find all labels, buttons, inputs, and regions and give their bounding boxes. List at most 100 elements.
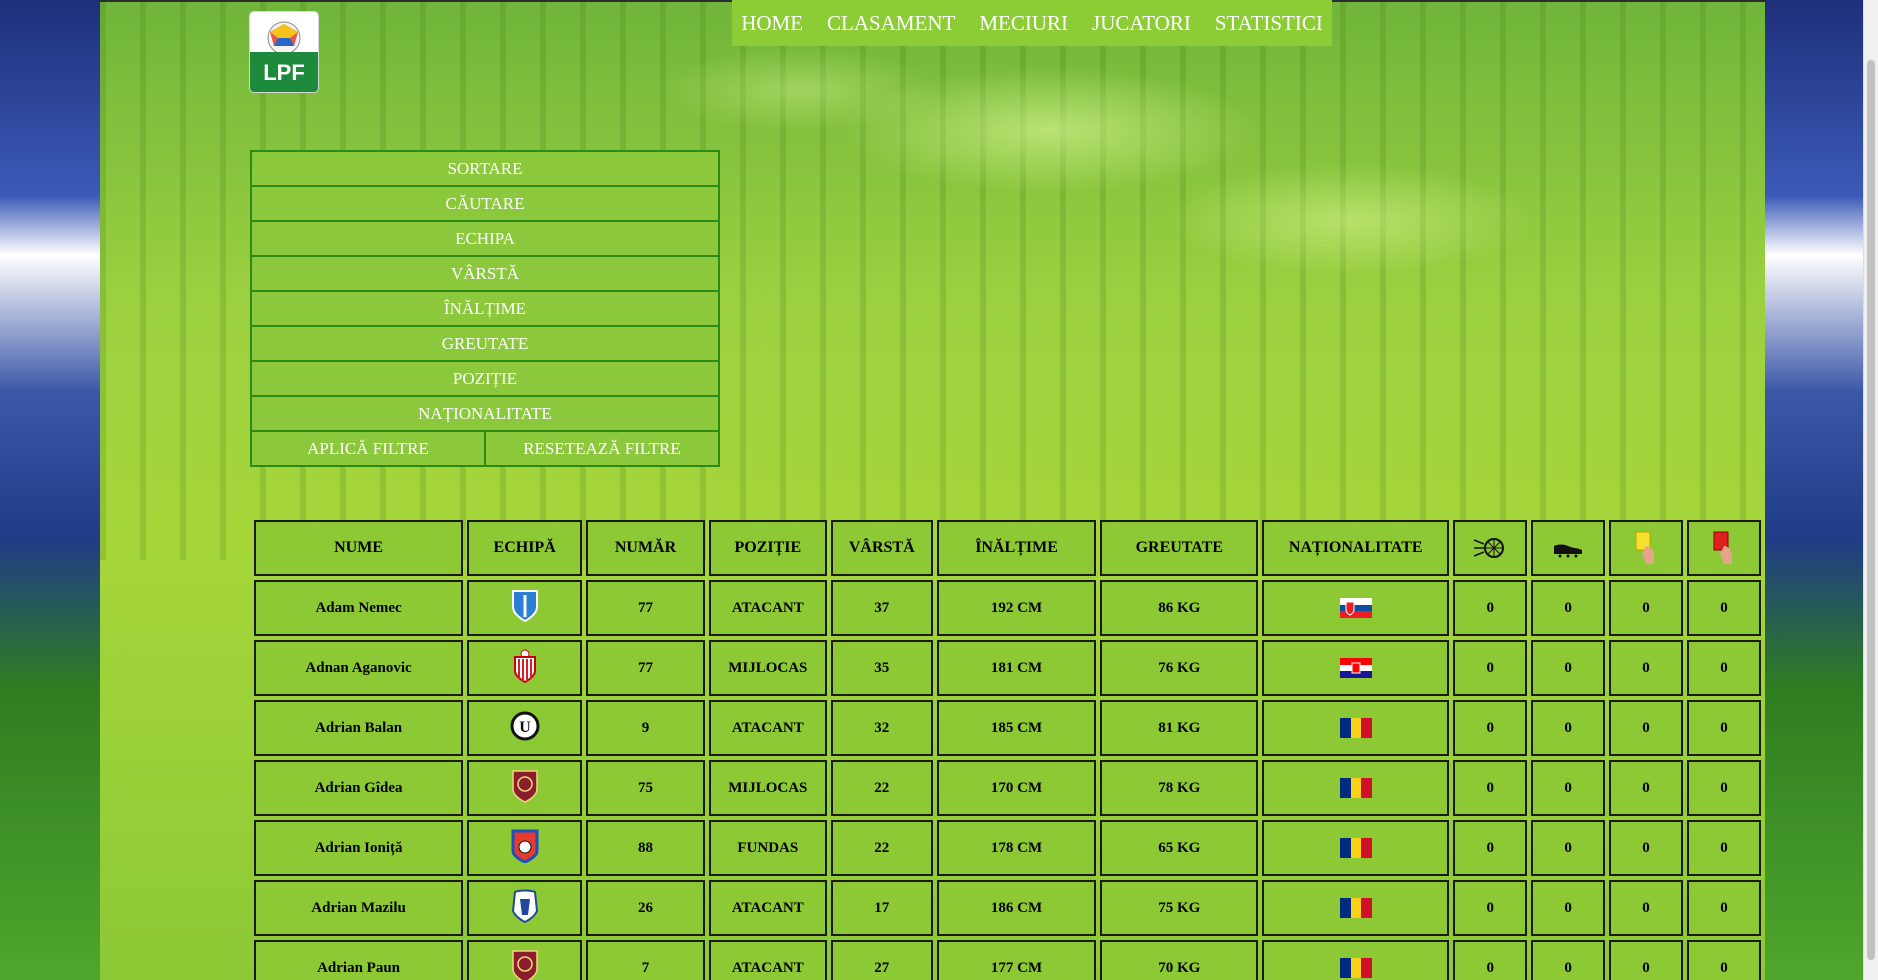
cell-number: 88 — [586, 820, 705, 876]
cell-red-cards: 0 — [1687, 760, 1761, 816]
filter-cautare[interactable]: CĂUTARE — [250, 185, 720, 222]
filter-greutate[interactable]: GREUTATE — [250, 325, 720, 362]
cell-position: ATACANT — [708, 880, 827, 936]
cell-assists: 0 — [1531, 640, 1606, 696]
col-red-cards[interactable] — [1687, 520, 1761, 576]
filter-panel: SORTARE CĂUTARE ECHIPA VÂRSTĂ ÎNĂLȚIME G… — [250, 150, 720, 467]
crest-farul-icon — [511, 889, 538, 923]
flag-romania-icon — [1339, 718, 1372, 738]
cell-position: MIJLOCAS — [708, 640, 827, 696]
cell-weight: 81 KG — [1100, 700, 1259, 756]
filter-sortare[interactable]: SORTARE — [250, 150, 720, 187]
flag-romania-icon — [1339, 958, 1372, 978]
cell-age: 22 — [830, 820, 933, 876]
cell-goals: 0 — [1453, 700, 1528, 756]
table-row[interactable]: Adam Nemec 77 ATACANT 37 192 CM 86 KG 0 0 0 0 — [254, 580, 1761, 636]
table-body: Adam Nemec 77 ATACANT 37 192 CM 86 KG 0 0 0 0 Adna… — [254, 580, 1761, 980]
cell-yellow-cards: 0 — [1609, 580, 1684, 636]
cell-weight: 76 KG — [1100, 640, 1259, 696]
crest-cfr-icon — [511, 949, 538, 980]
col-greutate[interactable]: GREUTATE — [1100, 520, 1259, 576]
cell-red-cards: 0 — [1687, 820, 1761, 876]
cell-number: 77 — [586, 640, 705, 696]
cell-weight: 70 KG — [1100, 940, 1259, 980]
nav-meciuri[interactable]: MECIURI — [967, 11, 1080, 36]
nav-clasament[interactable]: CLASAMENT — [815, 11, 967, 36]
cell-name: Adnan Aganovic — [254, 640, 464, 696]
col-assists[interactable] — [1531, 520, 1606, 576]
col-numar[interactable]: NUMĂR — [586, 520, 705, 576]
cell-nationality — [1262, 700, 1450, 756]
cell-goals: 0 — [1453, 640, 1528, 696]
crest-blue-icon — [511, 589, 538, 622]
cell-assists: 0 — [1531, 700, 1606, 756]
table-row[interactable]: Adrian Mazilu 26 ATACANT 17 186 CM 75 KG 0 0 0 0 — [254, 880, 1761, 936]
crest-red-white-icon — [513, 649, 536, 683]
svg-text:U: U — [519, 719, 531, 736]
cell-weight: 65 KG — [1100, 820, 1259, 876]
lpf-logo[interactable]: LPF — [250, 12, 318, 92]
crest-cfr-icon — [511, 769, 538, 803]
cell-height: 170 CM — [936, 760, 1097, 816]
filter-actions: APLICĂ FILTRE RESETEAZĂ FILTRE — [250, 430, 720, 467]
reset-filters-button[interactable]: RESETEAZĂ FILTRE — [484, 432, 718, 465]
cell-name: Adrian Ioniță — [254, 820, 464, 876]
cell-team — [467, 940, 583, 980]
nav-home[interactable]: HOME — [729, 11, 815, 36]
col-yellow-cards[interactable] — [1609, 520, 1684, 576]
cell-red-cards: 0 — [1687, 880, 1761, 936]
col-echipa[interactable]: ECHIPĂ — [467, 520, 583, 576]
filter-inaltime[interactable]: ÎNĂLȚIME — [250, 290, 720, 327]
flag-romania-icon — [1339, 838, 1372, 858]
col-goals[interactable] — [1453, 520, 1528, 576]
cell-age: 27 — [830, 940, 933, 980]
football-boot-icon — [1554, 544, 1583, 558]
cell-name: Adrian Paun — [254, 940, 464, 980]
flag-slovakia-icon — [1339, 598, 1372, 618]
cell-red-cards: 0 — [1687, 640, 1761, 696]
goal-icon — [1473, 538, 1505, 558]
page-scrollbar[interactable] — [1863, 0, 1878, 980]
table-row[interactable]: Adrian Gîdea 75 MIJLOCAS 22 170 CM 78 KG 0 0 0 0 — [254, 760, 1761, 816]
cell-position: ATACANT — [708, 940, 827, 980]
nav-statistici[interactable]: STATISTICI — [1203, 11, 1335, 36]
filter-pozitie[interactable]: POZIȚIE — [250, 360, 720, 397]
apply-filters-button[interactable]: APLICĂ FILTRE — [252, 432, 484, 465]
cell-weight: 86 KG — [1100, 580, 1259, 636]
table-row[interactable]: Adnan Aganovic 77 MIJLOCAS 35 181 CM 76 KG 0 0 0… — [254, 640, 1761, 696]
cell-height: 181 CM — [936, 640, 1097, 696]
filter-varsta[interactable]: VÂRSTĂ — [250, 255, 720, 292]
cell-assists: 0 — [1531, 820, 1606, 876]
cell-number: 77 — [586, 580, 705, 636]
cell-age: 22 — [830, 760, 933, 816]
cell-nationality — [1262, 760, 1450, 816]
crest-chindia-icon — [511, 829, 539, 863]
cell-age: 35 — [830, 640, 933, 696]
col-nationalitate[interactable]: NAȚIONALITATE — [1262, 520, 1450, 576]
flag-croatia-icon — [1339, 658, 1372, 678]
cell-yellow-cards: 0 — [1609, 880, 1684, 936]
crest-u-icon: U — [510, 711, 540, 740]
cell-assists: 0 — [1531, 940, 1606, 980]
col-pozitie[interactable]: POZIȚIE — [708, 520, 827, 576]
cell-position: ATACANT — [708, 700, 827, 756]
cell-yellow-cards: 0 — [1609, 940, 1684, 980]
col-nume[interactable]: NUME — [254, 520, 464, 576]
cell-name: Adrian Balan — [254, 700, 464, 756]
col-inaltime[interactable]: ÎNĂLȚIME — [936, 520, 1097, 576]
cell-team: U — [467, 700, 583, 756]
scrollbar-thumb[interactable] — [1867, 60, 1875, 960]
cell-nationality — [1262, 820, 1450, 876]
main-container: LPF HOME CLASAMENT MECIURI JUCATORI STAT… — [100, 0, 1765, 980]
cell-height: 178 CM — [936, 820, 1097, 876]
nav-jucatori[interactable]: JUCATORI — [1080, 11, 1203, 36]
cell-number: 75 — [586, 760, 705, 816]
col-varsta[interactable]: VÂRSTĂ — [830, 520, 933, 576]
filter-echipa[interactable]: ECHIPA — [250, 220, 720, 257]
table-row[interactable]: Adrian Ioniță 88 FUNDAS 22 178 CM 65 KG 0 0 0 0 — [254, 820, 1761, 876]
yellow-card-icon — [1635, 531, 1655, 564]
cell-assists: 0 — [1531, 880, 1606, 936]
table-row[interactable]: Adrian Balan U 9 ATACANT 32 185 CM 81 KG 0 0 0 0 — [254, 700, 1761, 756]
filter-nationalitate[interactable]: NAȚIONALITATE — [250, 395, 720, 432]
table-row[interactable]: Adrian Paun 7 ATACANT 27 177 CM 70 KG 0 0 0 0 — [254, 940, 1761, 980]
